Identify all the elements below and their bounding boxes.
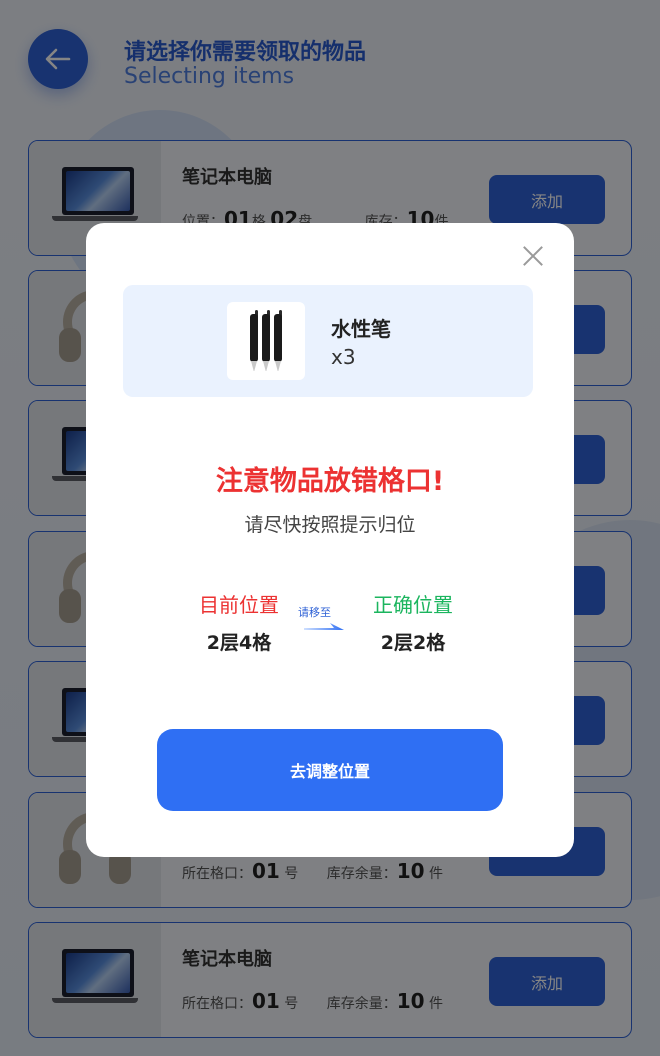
product-quantity: x3 <box>331 345 356 369</box>
warning-hint: 请尽快按照提示归位 <box>244 514 416 536</box>
current-position-label: 目前位置 <box>199 593 279 617</box>
close-icon[interactable] <box>522 245 544 267</box>
pens-icon <box>227 302 305 380</box>
correct-position-value: 2层2格 <box>380 632 446 654</box>
current-position: 目前位置 2层4格 <box>164 589 314 655</box>
warning-title: 注意物品放错格口! <box>215 466 445 497</box>
move-to-label: 请移至 <box>298 606 331 619</box>
correct-position-label: 正确位置 <box>373 593 453 617</box>
adjust-position-button[interactable]: 去调整位置 <box>157 729 503 811</box>
misplaced-item-dialog: 水性笔 x3 注意物品放错格口! 请尽快按照提示归位 目前位置 2层4格 请移至… <box>86 223 574 857</box>
product-name: 水性笔 <box>331 317 391 341</box>
product-info: 水性笔 x3 <box>123 285 533 397</box>
current-position-value: 2层4格 <box>206 632 272 654</box>
correct-position: 正确位置 2层2格 <box>338 589 488 655</box>
